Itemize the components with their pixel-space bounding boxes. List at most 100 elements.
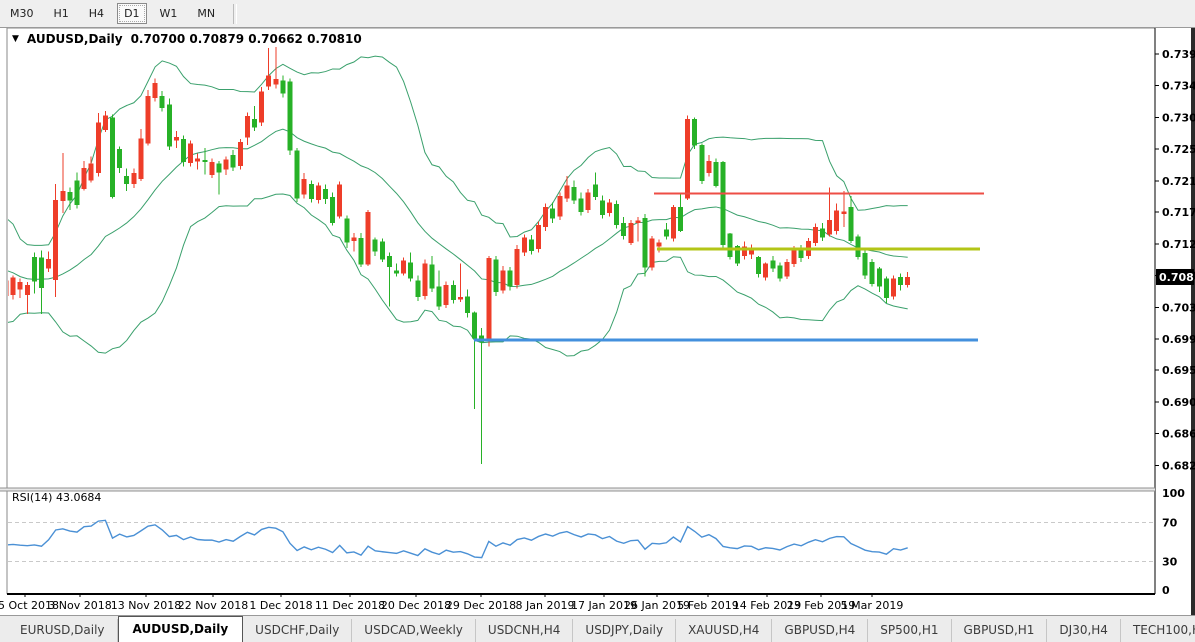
date-tick-label: 11 Dec 2018 <box>315 599 385 612</box>
timeframe-button-d1[interactable]: D1 <box>117 3 146 24</box>
candle-body <box>799 250 804 258</box>
timeframe-button-mn[interactable]: MN <box>190 3 222 24</box>
candle-body <box>635 221 640 223</box>
candle-body <box>408 263 413 279</box>
candle-body <box>699 145 704 181</box>
candle-body <box>96 123 101 174</box>
candle-body <box>820 229 825 238</box>
candle-body <box>600 200 605 214</box>
symbol-tab-usdcnh-h4[interactable]: USDCNH,H4 <box>476 619 574 642</box>
candle-body <box>167 105 172 147</box>
symbol-tab-dj30-h4[interactable]: DJ30,H4 <box>1047 619 1121 642</box>
candle-body <box>586 193 591 210</box>
price-tick-label: 0.72580 <box>1162 143 1195 156</box>
candle-body <box>770 260 775 268</box>
candle-body <box>337 185 342 217</box>
candle-body <box>245 116 250 138</box>
candle-body <box>39 258 44 288</box>
rsi-indicator-label: RSI(14) 43.0684 <box>12 491 101 504</box>
candle-body <box>351 237 356 241</box>
candle-body <box>593 185 598 197</box>
candle-body <box>430 265 435 289</box>
candle-body <box>465 296 470 313</box>
candle-body <box>110 117 115 196</box>
chart-ohlc-values: 0.70700 0.70879 0.70662 0.70810 <box>131 32 362 46</box>
candle-body <box>671 207 676 239</box>
candle-body <box>415 281 420 298</box>
price-chart-canvas[interactable]: 0.739000.734600.730200.725800.721400.717… <box>0 0 1195 642</box>
candle-body <box>238 142 243 166</box>
candle-body <box>529 239 534 251</box>
timeframe-button-h4[interactable]: H4 <box>82 3 111 24</box>
symbol-tab-gbpusd-h1[interactable]: GBPUSD,H1 <box>952 619 1048 642</box>
candle-body <box>501 270 506 290</box>
candle-body <box>444 285 449 305</box>
candle-body <box>451 285 456 300</box>
candle-body <box>18 282 23 289</box>
candle-body <box>202 160 207 162</box>
toolbar-separator <box>233 4 237 24</box>
candle-body <box>32 257 37 282</box>
candle-body <box>756 257 761 274</box>
candle-body <box>848 207 853 241</box>
candle-body <box>188 143 193 162</box>
candle-body <box>692 119 697 146</box>
candle-body <box>891 278 896 296</box>
symbol-tab-usdcad-weekly[interactable]: USDCAD,Weekly <box>352 619 476 642</box>
chart-dropdown-icon[interactable]: ▼ <box>12 34 19 44</box>
symbol-tab-gbpusd-h4[interactable]: GBPUSD,H4 <box>772 619 868 642</box>
candle-body <box>678 207 683 231</box>
candle-body <box>657 242 662 246</box>
candle-body <box>643 218 648 268</box>
candle-body <box>401 260 406 273</box>
candle-body <box>777 265 782 278</box>
rsi-axis-label: 30 <box>1162 556 1178 569</box>
symbol-tab-eurusd-daily[interactable]: EURUSD,Daily <box>8 619 118 642</box>
symbol-tab-xauusd-h4[interactable]: XAUUSD,H4 <box>676 619 772 642</box>
candle-body <box>543 207 548 227</box>
candle-body <box>373 239 378 251</box>
candle-body <box>728 234 733 257</box>
price-tick-label: 0.69520 <box>1162 364 1195 377</box>
mt4-window: M30H1H4D1W1MN 0.739000.734600.730200.725… <box>0 0 1195 642</box>
chart-title: ▼ AUDUSD,Daily 0.70700 0.70879 0.70662 0… <box>12 32 362 46</box>
candle-body <box>550 208 555 218</box>
candle-body <box>607 203 612 213</box>
candle-body <box>905 277 910 285</box>
candle-body <box>515 249 520 285</box>
date-tick-label: 13 Nov 2018 <box>111 599 181 612</box>
price-tick-label: 0.71270 <box>1162 238 1195 251</box>
candle-body <box>856 237 861 257</box>
symbol-tab-audusd-daily[interactable]: AUDUSD,Daily <box>118 616 244 642</box>
rsi-pane[interactable]: 10070300RSI(14) 43.0684 <box>6 487 1185 597</box>
candle-body <box>82 168 87 189</box>
timeframe-button-w1[interactable]: W1 <box>153 3 185 24</box>
candle-body <box>458 297 463 299</box>
date-tick-label: 5 Feb 2019 <box>677 599 738 612</box>
symbol-tab-usdchf-daily[interactable]: USDCHF,Daily <box>243 619 352 642</box>
candle-body <box>53 200 58 280</box>
timeframe-button-m30[interactable]: M30 <box>3 3 41 24</box>
candle-body <box>60 191 65 201</box>
candle-body <box>884 278 889 297</box>
symbol-tab-usdjpy-daily[interactable]: USDJPY,Daily <box>573 619 676 642</box>
candle-body <box>650 239 655 268</box>
candle-body <box>11 278 16 295</box>
candle-body <box>146 96 151 144</box>
candles-layer[interactable] <box>4 47 911 464</box>
candle-body <box>4 281 9 296</box>
symbol-tab-sp500-h1[interactable]: SP500,H1 <box>868 619 951 642</box>
candle-body <box>344 219 349 243</box>
date-tick-label: 29 Dec 2018 <box>446 599 516 612</box>
candle-body <box>138 138 143 178</box>
timeframe-button-h1[interactable]: H1 <box>47 3 76 24</box>
candle-body <box>380 242 385 260</box>
price-tick-label: 0.72140 <box>1162 175 1195 188</box>
symbol-tab-tech100-h1[interactable]: TECH100,H1 <box>1121 619 1195 642</box>
date-tick-label: 8 Jan 2019 <box>516 599 575 612</box>
candle-body <box>323 189 328 199</box>
candle-body <box>387 256 392 267</box>
candle-body <box>330 197 335 223</box>
candle-body <box>834 211 839 231</box>
candle-body <box>508 270 513 286</box>
